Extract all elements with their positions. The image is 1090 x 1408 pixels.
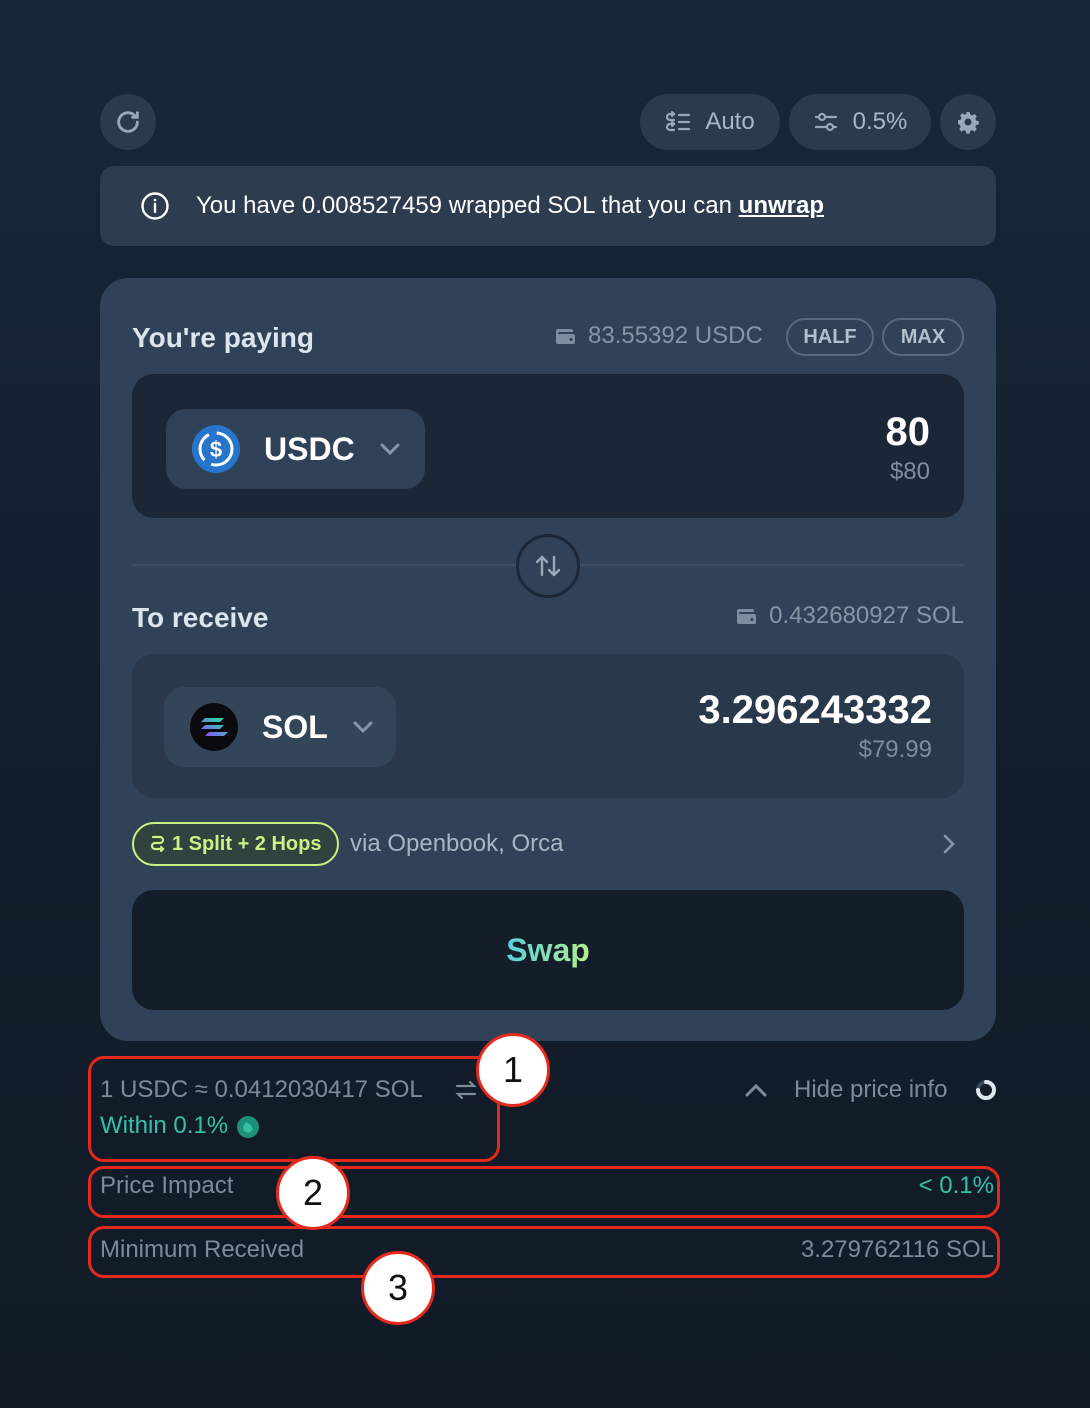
slippage-label: 0.5% (852, 108, 908, 135)
notice-text: You have 0.008527459 wrapped SOL that yo… (196, 192, 732, 219)
wallet-icon (737, 609, 757, 624)
paying-balance-value: 83.55392 USDC (588, 322, 763, 349)
chevron-right-icon[interactable] (942, 833, 956, 855)
route-badge-label: 1 Split + 2 Hops (172, 832, 322, 855)
routing-mode-button[interactable]: Auto (640, 94, 780, 150)
sol-icon (190, 703, 238, 751)
chevron-down-icon (380, 443, 400, 456)
gear-icon (958, 112, 979, 134)
loading-spinner-icon (976, 1080, 996, 1100)
wallet-icon (556, 329, 575, 344)
settings-button[interactable] (940, 94, 996, 150)
swap-button-label: Swap (506, 931, 590, 968)
paying-token-symbol: USDC (264, 430, 355, 467)
paying-input-box: $ USDC 80 $80 (132, 374, 964, 518)
refresh-button[interactable] (100, 94, 156, 150)
refresh-icon (117, 111, 139, 133)
receive-token-symbol: SOL (262, 708, 328, 745)
receive-token-selector[interactable]: SOL (164, 687, 396, 767)
notice-text-wrap: You have 0.008527459 wrapped SOL that yo… (196, 192, 824, 220)
usdc-icon: $ (192, 425, 240, 473)
routing-icon (666, 110, 691, 132)
hide-price-info-link[interactable]: Hide price info (794, 1076, 947, 1104)
swap-card: You're paying 83.55392 USDC HALF MAX $ U… (100, 278, 996, 1041)
unwrap-link[interactable]: unwrap (739, 192, 824, 219)
svg-text:$: $ (210, 437, 222, 462)
paying-amount-usd: $80 (889, 458, 930, 485)
receive-label: To receive (132, 602, 269, 633)
annotation-number-2: 2 (276, 1156, 350, 1230)
annotation-box-3 (88, 1226, 1000, 1278)
paying-amount-input[interactable]: 80 (886, 410, 931, 455)
split-route-icon (150, 835, 165, 853)
receive-amount: 3.296243332 (698, 688, 932, 732)
swap-arrows-icon (535, 555, 561, 577)
annotation-box-2 (88, 1166, 1000, 1218)
slippage-button[interactable]: 0.5% (789, 94, 931, 150)
annotation-box-1 (88, 1056, 500, 1162)
unwrap-notice: You have 0.008527459 wrapped SOL that yo… (100, 166, 996, 246)
info-icon (141, 192, 169, 220)
switch-direction-button[interactable] (516, 534, 580, 598)
chevron-down-icon (353, 721, 373, 734)
paying-label: You're paying (132, 322, 314, 353)
annotation-number-1: 1 (476, 1033, 550, 1107)
annotation-number-3: 3 (361, 1251, 435, 1325)
sliders-icon (814, 112, 837, 132)
paying-balance: 83.55392 USDC (556, 322, 763, 350)
receive-balance: 0.432680927 SOL (737, 602, 964, 630)
receive-amount-usd: $79.99 (858, 736, 932, 763)
route-via-text: via Openbook, Orca (350, 830, 564, 857)
receive-balance-value: 0.432680927 SOL (769, 602, 964, 629)
route-badge[interactable]: 1 Split + 2 Hops (132, 822, 340, 866)
paying-token-selector[interactable]: $ USDC (166, 409, 425, 489)
max-button[interactable]: MAX (882, 318, 964, 356)
chevron-up-icon[interactable] (744, 1082, 768, 1098)
routing-mode-label: Auto (705, 108, 755, 135)
receive-output-box: SOL 3.296243332 $79.99 (132, 654, 964, 798)
swap-button[interactable]: Swap (132, 890, 964, 1010)
half-button[interactable]: HALF (786, 318, 874, 356)
